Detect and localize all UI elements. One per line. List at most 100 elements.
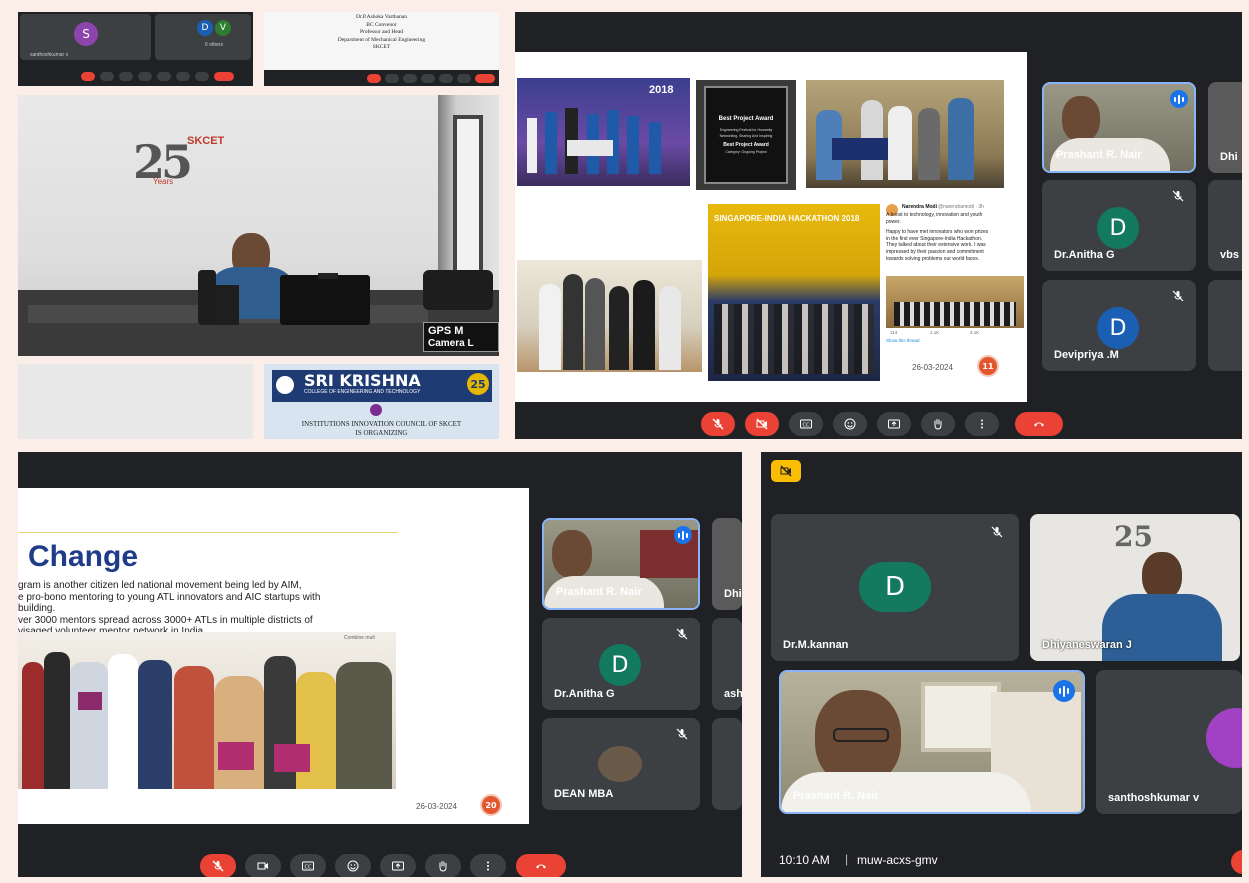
laptop: [280, 275, 370, 325]
participant-name: Dhiyaneswaran J: [1042, 639, 1132, 651]
participant-tile[interactable]: D V 6 others: [155, 14, 251, 60]
participant-tile[interactable]: vbs: [1208, 180, 1242, 271]
mic-off-icon: [212, 860, 224, 872]
participant-tile[interactable]: D Devipriya .M: [1042, 280, 1196, 371]
tweet-line: power.: [886, 218, 901, 225]
shared-slide: Dr.P.Ashoka Varthanan BC Convenor Profes…: [264, 12, 499, 70]
others-count: 6 others: [205, 42, 224, 48]
mic-off-button[interactable]: [367, 74, 381, 83]
footer-separator: |: [845, 852, 849, 866]
participant-tile[interactable]: Prashant R. Nair: [542, 518, 700, 610]
meet-window-bottom-right: D Dr.M.kannan 25 Dhiyaneswaran J Prashan…: [761, 452, 1242, 877]
camera-button[interactable]: [385, 74, 399, 83]
camera-off-indicator[interactable]: [771, 460, 801, 482]
participant-tile[interactable]: [1208, 280, 1242, 371]
group-photo: [517, 260, 702, 372]
avatar: D: [1097, 307, 1139, 349]
more-options-button[interactable]: [965, 412, 999, 436]
participant-name: santhoshkumar v: [30, 52, 69, 58]
camera-button[interactable]: [245, 854, 281, 877]
camera-button[interactable]: [100, 72, 114, 81]
captions-button[interactable]: [403, 74, 417, 83]
mic-muted-icon: [991, 526, 1003, 538]
participant-tile[interactable]: Dhi: [1208, 82, 1242, 173]
slide-line: BC Convenor: [366, 21, 397, 28]
participant-name: Prashant R. Nair: [793, 790, 879, 802]
participant-tile[interactable]: [712, 718, 742, 810]
participant-tile[interactable]: D Dr.M.kannan: [771, 514, 1019, 661]
tweet-card: Narendra Modi @narendramodi · 3h A boost…: [886, 204, 1026, 344]
speaking-indicator: [1053, 680, 1075, 702]
participant-name: Prashant R. Nair: [556, 586, 642, 598]
participant-tile[interactable]: DEAN MBA: [542, 718, 700, 810]
emoji-button[interactable]: [335, 854, 371, 877]
end-call-button[interactable]: [516, 854, 566, 877]
participant-tile[interactable]: Dhi: [712, 518, 742, 610]
shared-slide: Change gram is another citizen led natio…: [18, 488, 529, 824]
captions-button[interactable]: [119, 72, 133, 81]
svg-text:CC: CC: [803, 423, 810, 429]
end-call-button[interactable]: [214, 72, 234, 81]
mic-muted-icon: [676, 728, 688, 740]
present-button[interactable]: [157, 72, 171, 81]
college-name: SRI KRISHNA: [304, 371, 421, 390]
show-thread-link[interactable]: Show this thread: [886, 338, 920, 343]
participant-name: santhoshkumar v: [1108, 792, 1200, 804]
slide-heading: Change: [28, 540, 139, 573]
slide-line: gram is another citizen led national mov…: [18, 580, 302, 591]
more-vert-icon: [981, 419, 983, 429]
emoji-icon: [347, 860, 359, 872]
raise-hand-button[interactable]: [457, 74, 471, 83]
end-call-button[interactable]: [475, 74, 495, 83]
participant-tile[interactable]: D Dr.Anitha G: [542, 618, 700, 710]
slide-page-number: 11: [977, 355, 999, 377]
captions-button[interactable]: CC: [290, 854, 326, 877]
thumbnail-call-a: S santhoshkumar v D V 6 others: [18, 12, 253, 86]
camera-off-icon: [780, 465, 792, 477]
emoji-button[interactable]: [421, 74, 435, 83]
shared-slide: 2018 Best Project Award Engineering Fest…: [515, 52, 1027, 402]
emoji-button[interactable]: [833, 412, 867, 436]
more-options-button[interactable]: [470, 854, 506, 877]
participant-tile[interactable]: Prashant R. Nair: [1042, 82, 1196, 173]
raise-hand-button[interactable]: [425, 854, 461, 877]
blank-frame: [18, 364, 253, 439]
mic-off-button[interactable]: [701, 412, 735, 436]
end-call-button[interactable]: [1015, 412, 1063, 436]
camera-off-button[interactable]: [745, 412, 779, 436]
mic-off-button[interactable]: [200, 854, 236, 877]
more-vert-icon: [487, 861, 489, 871]
more-options-button[interactable]: [195, 72, 209, 81]
slide-line: Dr.P.Ashoka Varthanan: [355, 14, 408, 20]
participant-tile[interactable]: ash: [712, 618, 742, 710]
participant-name: ash: [724, 688, 742, 700]
present-button[interactable]: [439, 74, 453, 83]
present-button[interactable]: [877, 412, 911, 436]
avatar: D: [859, 562, 931, 612]
participant-tile[interactable]: santhoshkumar v: [1096, 670, 1242, 814]
anniversary-badge: 25: [467, 373, 489, 395]
meet-window-bottom-left: Change gram is another citizen led natio…: [18, 452, 742, 877]
participant-tile[interactable]: Prashant R. Nair: [779, 670, 1085, 814]
participant-tile[interactable]: S santhoshkumar v: [20, 14, 151, 60]
present-button[interactable]: [380, 854, 416, 877]
raise-hand-button[interactable]: [176, 72, 190, 81]
raise-hand-button[interactable]: [921, 412, 955, 436]
participant-tile[interactable]: D Dr.Anitha G: [1042, 180, 1196, 271]
mic-off-button[interactable]: [81, 72, 95, 81]
captions-button[interactable]: CC: [789, 412, 823, 436]
slide-line: SKCET: [372, 44, 391, 50]
mic-off-icon: [712, 418, 724, 430]
emoji-button[interactable]: [138, 72, 152, 81]
avatar: [598, 746, 642, 782]
participant-tile[interactable]: 25 Dhiyaneswaran J: [1030, 514, 1240, 661]
mic-off-button[interactable]: [1231, 850, 1242, 874]
avatar: S: [74, 22, 98, 46]
camera-icon: [257, 862, 268, 870]
tweet-retweets: 1.1K: [930, 330, 940, 335]
slide-date: 26-03-2024: [912, 363, 953, 372]
tweet-handle: @narendramodi · 3h: [938, 204, 984, 210]
meeting-code[interactable]: muw-acxs-gmv: [857, 853, 938, 867]
council-line: INSTITUTIONS INNOVATION COUNCIL OF SKCET: [301, 420, 462, 428]
tweet-line: They talked about their extensive work. …: [886, 242, 986, 249]
